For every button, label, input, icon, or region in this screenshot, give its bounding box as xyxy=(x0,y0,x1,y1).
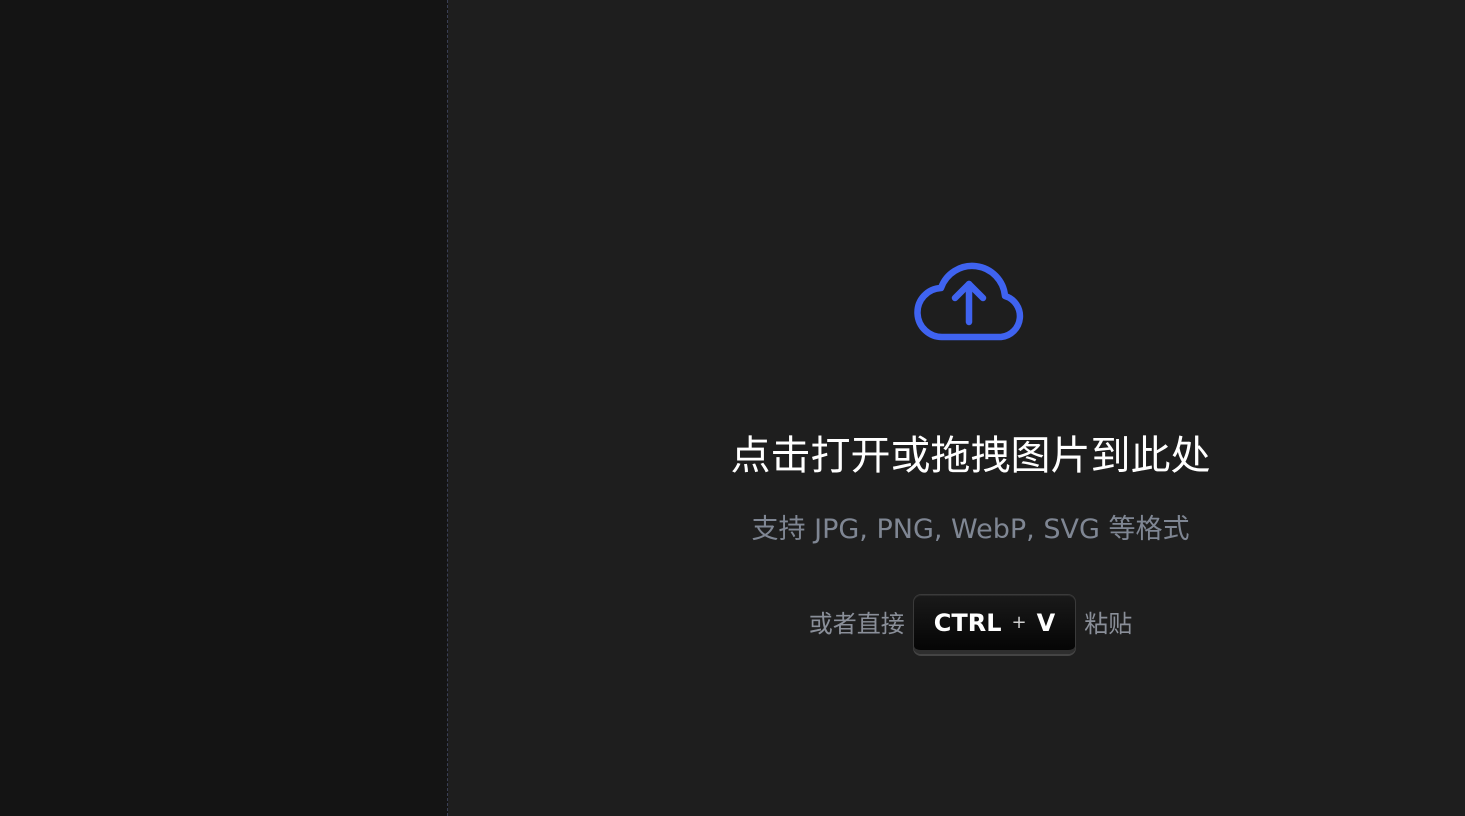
plus-sign: + xyxy=(1011,612,1027,633)
image-dropzone[interactable]: 点击打开或拖拽图片到此处 支持 JPG, PNG, WebP, SVG 等格式 … xyxy=(448,0,1465,816)
paste-suffix-text: 粘贴 xyxy=(1084,610,1133,638)
ctrl-key-label: CTRL xyxy=(933,608,1002,637)
paste-prefix-text: 或者直接 xyxy=(808,610,905,638)
app-window: 点击打开或拖拽图片到此处 支持 JPG, PNG, WebP, SVG 等格式 … xyxy=(0,0,1465,816)
v-key-label: V xyxy=(1036,608,1056,637)
supported-formats-text: 支持 JPG, PNG, WebP, SVG 等格式 xyxy=(751,514,1190,545)
dropzone-title: 点击打开或拖拽图片到此处 xyxy=(730,433,1211,479)
cloud-upload-icon xyxy=(914,262,1024,341)
paste-hint: 或者直接 CTRL + V 粘贴 xyxy=(448,594,1465,654)
sidebar-panel xyxy=(0,0,448,816)
ctrl-v-shortcut-key: CTRL + V xyxy=(912,594,1077,654)
